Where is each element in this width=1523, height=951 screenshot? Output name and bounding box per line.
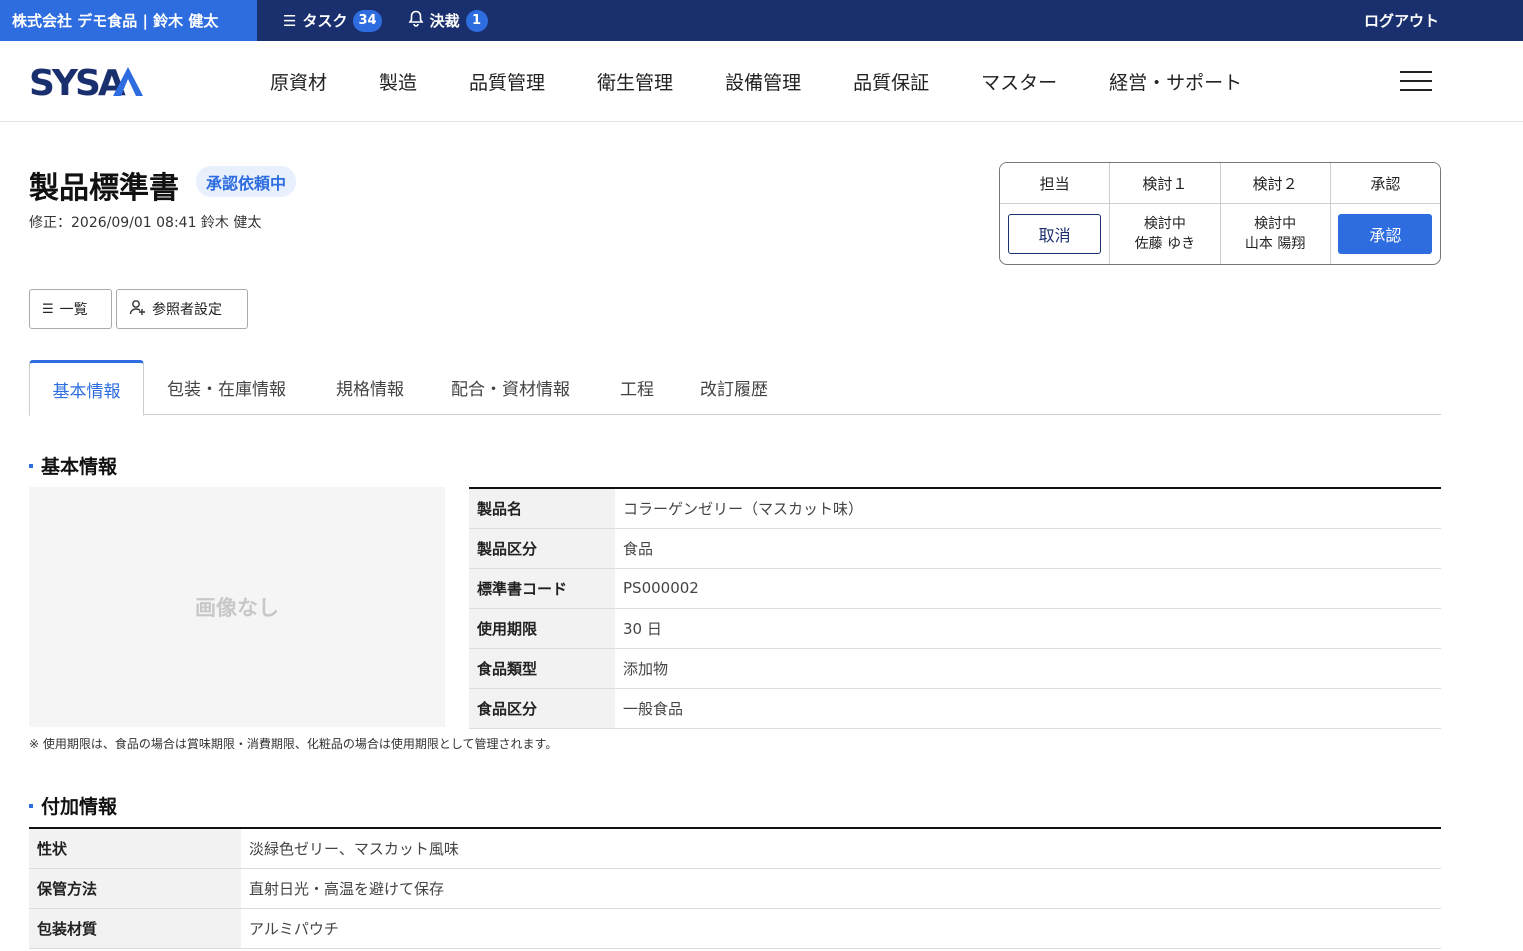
extra-info-table: 性状 淡緑色ゼリー、マスカット風味 保管方法 直射日光・高温を避けて保存 包装材質ア… [29, 827, 1441, 949]
tab-packaging-inventory[interactable]: 包装・在庫情報 [167, 360, 286, 415]
modified-info: 修正：2026/09/01 08:41 鈴木 健太 [29, 215, 262, 231]
table-row: 食品区分 一般食品 [469, 688, 1441, 729]
nav-item-management[interactable]: 経営・サポート [1109, 68, 1242, 95]
list-button-label: 一覧 [59, 302, 88, 318]
tab-spec-info[interactable]: 規格情報 [336, 360, 404, 415]
logo-text: SYSA [29, 64, 126, 100]
viewer-settings-label: 参照者設定 [152, 302, 222, 318]
row-label: 性状 [29, 828, 241, 869]
review2-state: 検討中 [1254, 216, 1297, 232]
status-badge: 承認依頼中 [196, 166, 297, 197]
row-label: 使用期限 [469, 608, 615, 649]
approval-col-review2: 検討２ 検討中 山本 陽翔 [1220, 163, 1331, 264]
nav-item-hygiene[interactable]: 衛生管理 [597, 68, 673, 95]
main-header: SYSA 原資材 製造 品質管理 衛生管理 設備管理 品質保証 マスター 経営・… [0, 41, 1523, 122]
row-label: 食品類型 [469, 648, 615, 689]
list-button[interactable]: ☰ 一覧 [29, 289, 112, 329]
row-label: 食品区分 [469, 688, 615, 729]
row-value: アルミパウチ [241, 908, 1441, 949]
row-value: 直射日光・高温を避けて保存 [241, 868, 1441, 909]
approval-count-badge: 1 [465, 9, 488, 32]
main-nav: 原資材 製造 品質管理 衛生管理 設備管理 品質保証 マスター 経営・サポート [270, 41, 1294, 122]
company-user-label: 株式会社 デモ食品 | 鈴木 健太 [0, 0, 257, 41]
approval-workflow: 担当 取消 検討１ 検討中 佐藤 ゆき 検討２ 検討中 山本 陽翔 承認 承認 [999, 162, 1441, 265]
nav-item-master[interactable]: マスター [981, 68, 1057, 95]
row-label: 製品名 [469, 488, 615, 529]
table-row: 製品名 コラーゲンゼリー（マスカット味） [469, 488, 1441, 529]
review1-state: 検討中 [1143, 216, 1186, 232]
row-label: 製品区分 [469, 528, 615, 569]
review2-person: 山本 陽翔 [1244, 236, 1306, 252]
approve-button[interactable]: 承認 [1338, 214, 1433, 254]
review1-person: 佐藤 ゆき [1134, 236, 1196, 252]
task-link[interactable]: ☰ タスク 34 [283, 9, 382, 32]
tab-formula-materials[interactable]: 配合・資材情報 [451, 360, 570, 415]
row-value: 30 日 [615, 608, 1441, 649]
cancel-button[interactable]: 取消 [1008, 214, 1102, 254]
row-value: 淡緑色ゼリー、マスカット風味 [241, 828, 1441, 869]
bell-icon [408, 10, 424, 31]
nav-item-equipment[interactable]: 設備管理 [725, 68, 801, 95]
task-count-badge: 34 [353, 9, 382, 32]
nav-item-quality-control[interactable]: 品質管理 [469, 68, 545, 95]
user-add-icon [129, 299, 146, 320]
approval-header-review1: 検討１ [1110, 163, 1220, 204]
basic-info-heading: 基本情報 [29, 452, 117, 479]
row-value: 添加物 [615, 648, 1441, 689]
approval-col-review1: 検討１ 検討中 佐藤 ゆき [1110, 163, 1221, 264]
approval-col-owner: 担当 取消 [1000, 163, 1111, 264]
row-value: コラーゲンゼリー（マスカット味） [615, 488, 1441, 529]
basic-info-table: 製品名 コラーゲンゼリー（マスカット味） 製品区分 食品 標準書コード PS00000… [469, 487, 1441, 729]
table-row: 食品類型 添加物 [469, 648, 1441, 689]
viewer-settings-button[interactable]: 参照者設定 [116, 289, 248, 329]
hamburger-menu-icon[interactable] [1400, 71, 1432, 93]
table-row: 保管方法 直射日光・高温を避けて保存 [29, 868, 1441, 909]
row-value: PS000002 [615, 568, 1441, 609]
sysa-logo[interactable]: SYSA [29, 64, 145, 100]
top-bar: 株式会社 デモ食品 | 鈴木 健太 ☰ タスク 34 決裁 1 ログアウト [0, 0, 1523, 41]
extra-info-heading: 付加情報 [29, 792, 117, 819]
tab-process[interactable]: 工程 [620, 360, 654, 415]
logout-link[interactable]: ログアウト [1364, 0, 1439, 41]
no-image-placeholder: 画像なし [29, 487, 445, 727]
approval-header-approve: 承認 [1330, 163, 1440, 204]
row-label: 包装材質 [29, 908, 241, 949]
approval-col-approve: 承認 承認 [1330, 163, 1440, 264]
approval-header-review2: 検討２ [1220, 163, 1330, 204]
page-title: 製品標準書 [29, 171, 179, 206]
nav-item-raw-materials[interactable]: 原資材 [270, 68, 327, 95]
nav-item-quality-assurance[interactable]: 品質保証 [853, 68, 929, 95]
table-row: 包装材質 アルミパウチ [29, 908, 1441, 949]
row-value: 食品 [615, 528, 1441, 569]
approval-header-owner: 担当 [1000, 163, 1110, 204]
table-row: 標準書コード PS000002 [469, 568, 1441, 609]
expiry-note: ※ 使用期限は、食品の場合は賞味期限・消費期限、化粧品の場合は使用期限として管理… [29, 737, 558, 751]
tab-revision-history[interactable]: 改訂履歴 [700, 360, 768, 415]
approval-label: 決裁 [429, 12, 460, 30]
row-label: 保管方法 [29, 868, 241, 909]
row-label: 標準書コード [469, 568, 615, 609]
tab-bar: 基本情報 包装・在庫情報 規格情報 配合・資材情報 工程 改訂履歴 [29, 360, 1441, 416]
table-row: 製品区分 食品 [469, 528, 1441, 569]
tab-basic-info[interactable]: 基本情報 [29, 360, 144, 416]
row-value: 一般食品 [615, 688, 1441, 729]
task-label: タスク [302, 12, 348, 30]
approval-link[interactable]: 決裁 1 [408, 9, 488, 32]
list-icon: ☰ [283, 11, 297, 30]
list-icon: ☰ [42, 301, 54, 317]
nav-item-manufacturing[interactable]: 製造 [379, 68, 417, 95]
table-row: 性状 淡緑色ゼリー、マスカット風味 [29, 828, 1441, 869]
table-row: 使用期限 30 日 [469, 608, 1441, 649]
